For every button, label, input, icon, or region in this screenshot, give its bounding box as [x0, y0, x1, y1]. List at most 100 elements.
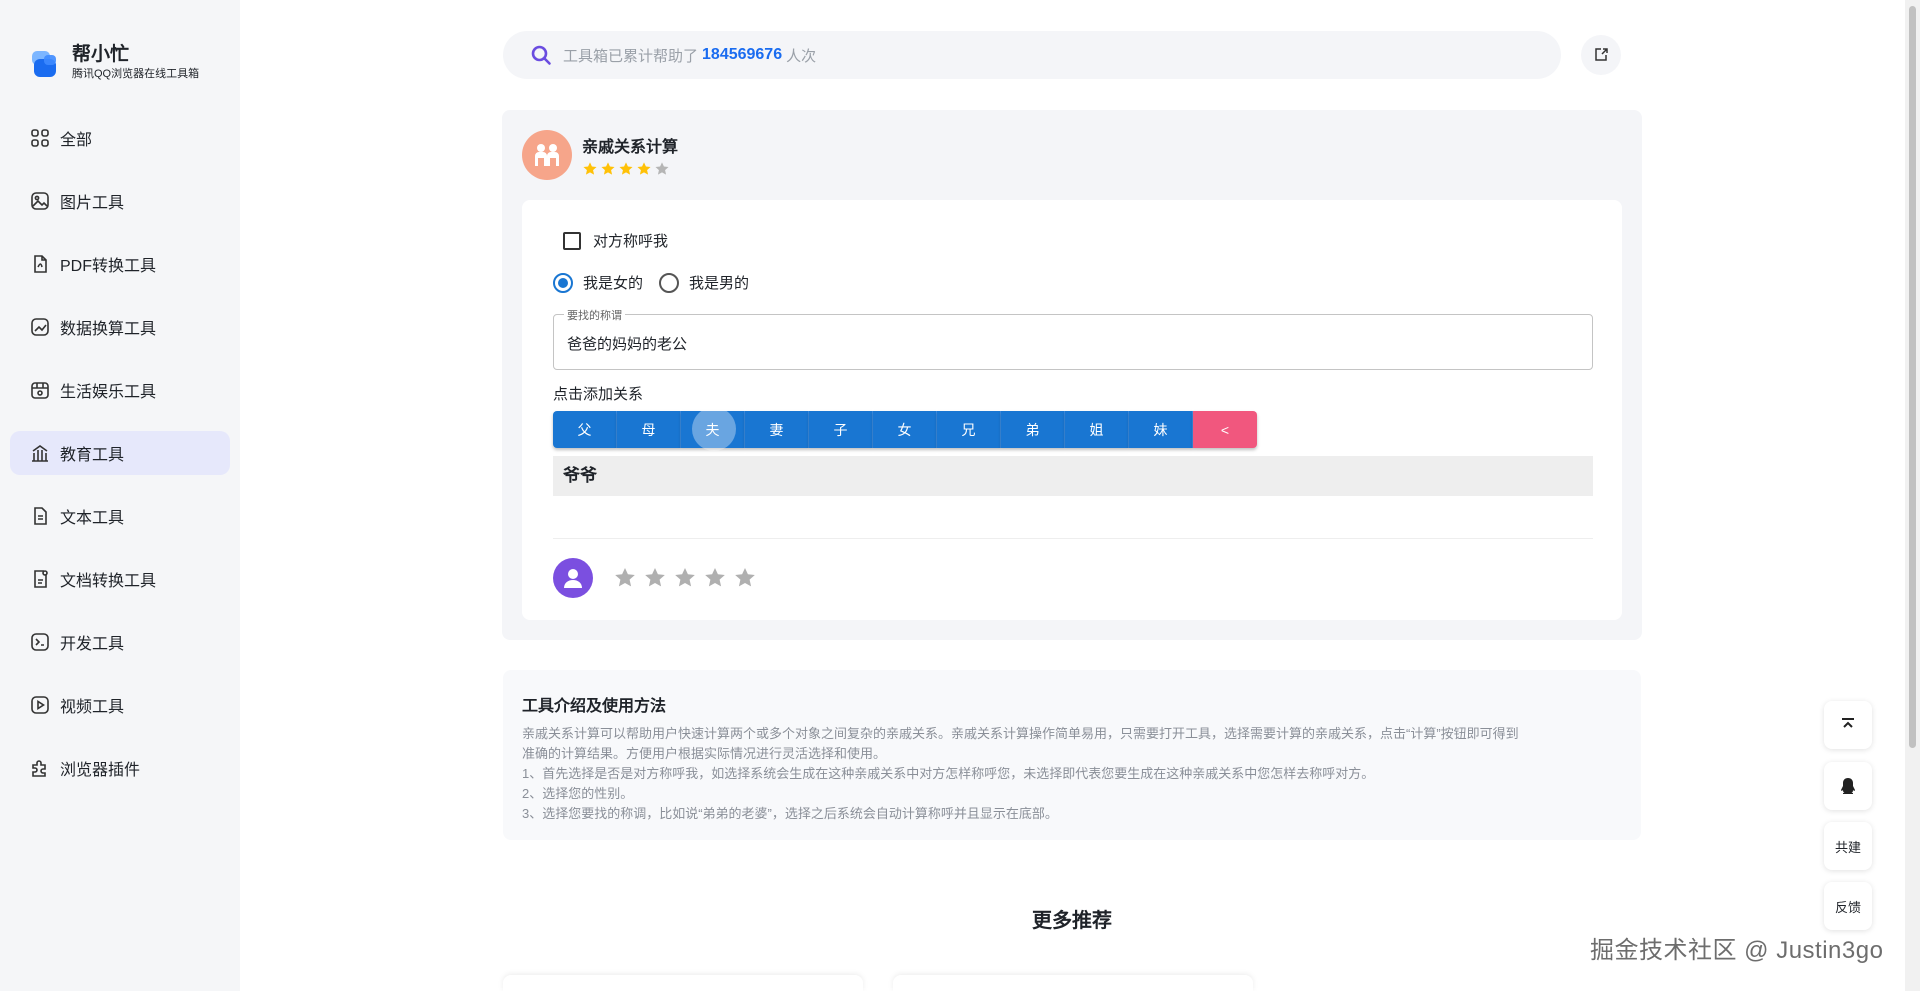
scrollbar[interactable]	[1905, 0, 1920, 991]
text-icon	[30, 506, 50, 526]
sidebar-item-label: 浏览器插件	[60, 762, 141, 779]
key-husband-label: 夫	[705, 421, 720, 438]
key-wife[interactable]: 妻	[745, 411, 809, 448]
recommend-card[interactable]	[893, 975, 1253, 991]
grid-icon	[30, 128, 50, 148]
recommend-card[interactable]	[503, 975, 863, 991]
feedback-button[interactable]: 反馈	[1824, 882, 1872, 930]
pdf-icon	[30, 254, 50, 274]
sidebar-item-label: 文档转换工具	[60, 573, 157, 590]
sidebar-item-label: PDF转换工具	[60, 258, 157, 275]
arrow-up-icon	[1842, 718, 1854, 728]
tool-rating	[582, 161, 678, 177]
education-icon	[30, 443, 50, 463]
call-me-checkbox[interactable]: 对方称呼我	[563, 230, 668, 251]
sidebar-item-label: 生活娱乐工具	[60, 384, 157, 401]
sidebar-item-docs[interactable]: 文档转换工具	[10, 557, 230, 601]
scrollbar-thumb[interactable]	[1909, 6, 1916, 748]
more-recommend-title: 更多推荐	[1032, 910, 1112, 932]
radio-female[interactable]: 我是女的	[553, 272, 643, 293]
radio-male-label: 我是男的	[689, 275, 750, 292]
backspace-button[interactable]: <	[1193, 411, 1257, 448]
key-daughter[interactable]: 女	[873, 411, 937, 448]
radio-male[interactable]: 我是男的	[659, 272, 749, 293]
terminal-icon	[30, 632, 50, 652]
star-icon	[583, 162, 597, 175]
checkbox-label: 对方称呼我	[593, 233, 669, 250]
rate-star-icon[interactable]	[733, 566, 757, 590]
store-icon	[30, 380, 50, 400]
key-husband[interactable]: 夫	[681, 407, 745, 451]
rate-star-icon[interactable]	[613, 566, 637, 590]
sidebar: 帮小忙 腾讯QQ浏览器在线工具箱 全部 图片工具 PDF转换工具 数据换算工具 …	[0, 0, 240, 991]
field-legend: 要找的称谓	[564, 307, 625, 323]
star-icon	[637, 162, 651, 175]
sidebar-item-education[interactable]: 教育工具	[10, 431, 230, 475]
sidebar-item-label: 开发工具	[60, 636, 125, 653]
puzzle-icon	[30, 758, 50, 778]
document-icon	[30, 569, 50, 589]
tool-title: 亲戚关系计算	[582, 139, 679, 156]
divider	[553, 538, 1593, 539]
watermark: 掘金技术社区 @ Justin3go	[1590, 937, 1884, 964]
gender-radio-group: 我是女的 我是男的	[553, 272, 765, 293]
key-son[interactable]: 子	[809, 411, 873, 448]
search-icon	[531, 45, 551, 65]
star-icon	[619, 162, 633, 175]
star-icon	[601, 162, 615, 175]
intro-line: 亲戚关系计算可以帮助用户快速计算两个或多个对象之间复杂的亲戚关系。亲戚关系计算操…	[522, 726, 1519, 741]
sidebar-nav: 全部 图片工具 PDF转换工具 数据换算工具 生活娱乐工具 教育工具 文本工具	[10, 116, 230, 809]
checkbox-box[interactable]	[563, 231, 581, 250]
sidebar-item-plugins[interactable]: 浏览器插件	[10, 746, 230, 790]
key-mother[interactable]: 母	[617, 411, 681, 448]
sidebar-item-text[interactable]: 文本工具	[10, 494, 230, 538]
share-icon	[1595, 48, 1608, 61]
search-prefix: 工具箱已累计帮助了	[563, 47, 699, 65]
rate-stars	[613, 566, 757, 590]
rate-star-icon[interactable]	[643, 566, 667, 590]
tool-panel: 亲戚关系计算 对方称呼我 我是女的 我是男的 要找的称谓 爸爸的妈妈的老公 点击…	[502, 110, 1642, 640]
chart-icon	[30, 317, 50, 337]
sidebar-item-label: 文本工具	[60, 510, 125, 527]
sidebar-item-label: 视频工具	[60, 699, 125, 716]
sidebar-item-pdf[interactable]: PDF转换工具	[10, 242, 230, 286]
video-icon	[30, 695, 50, 715]
brand[interactable]: 帮小忙 腾讯QQ浏览器在线工具箱	[30, 44, 199, 82]
intro-line: 2、选择您的性别。	[522, 786, 634, 801]
relation-input-value[interactable]: 爸爸的妈妈的老公	[567, 333, 687, 354]
back-to-top-button[interactable]	[1824, 701, 1872, 749]
sidebar-item-video[interactable]: 视频工具	[10, 683, 230, 727]
sidebar-item-label: 教育工具	[60, 447, 125, 464]
sidebar-item-life[interactable]: 生活娱乐工具	[10, 368, 230, 412]
key-elder-sister[interactable]: 姐	[1065, 411, 1129, 448]
key-younger-brother[interactable]: 弟	[1001, 411, 1065, 448]
key-younger-sister[interactable]: 妹	[1129, 411, 1193, 448]
share-button[interactable]	[1581, 35, 1621, 75]
radio-male-circle[interactable]	[659, 272, 680, 293]
sidebar-item-label: 全部	[60, 132, 93, 149]
tool-header: 亲戚关系计算	[522, 130, 678, 180]
sidebar-item-label: 数据换算工具	[60, 321, 157, 338]
radio-female-circle[interactable]	[553, 272, 573, 293]
image-icon	[30, 191, 50, 211]
rate-star-icon[interactable]	[673, 566, 697, 590]
sidebar-item-all[interactable]: 全部	[10, 116, 230, 160]
intro-line: 3、选择您要找的称调，比如说“弟弟的老婆”，选择之后系统会自动计算称呼并且显示在…	[522, 806, 1058, 821]
collab-button[interactable]: 共建	[1824, 822, 1872, 870]
qq-button[interactable]	[1824, 762, 1872, 810]
star-icon	[655, 162, 669, 175]
sidebar-item-image[interactable]: 图片工具	[10, 179, 230, 223]
brand-subtitle: 腾讯QQ浏览器在线工具箱	[72, 68, 200, 80]
sidebar-item-data[interactable]: 数据换算工具	[10, 305, 230, 349]
key-elder-brother[interactable]: 兄	[937, 411, 1001, 448]
add-relation-label: 点击添加关系	[553, 386, 644, 403]
search-bar[interactable]: 工具箱已累计帮助了 184569676 人次	[503, 31, 1561, 79]
sidebar-item-dev[interactable]: 开发工具	[10, 620, 230, 664]
rate-star-icon[interactable]	[703, 566, 727, 590]
brand-name: 帮小忙	[72, 44, 130, 65]
qq-icon	[1841, 778, 1855, 794]
user-rating-row	[553, 558, 757, 598]
key-father[interactable]: 父	[553, 411, 617, 448]
relation-field[interactable]: 要找的称谓 爸爸的妈妈的老公	[553, 307, 1593, 370]
brand-logo-icon	[30, 47, 60, 79]
